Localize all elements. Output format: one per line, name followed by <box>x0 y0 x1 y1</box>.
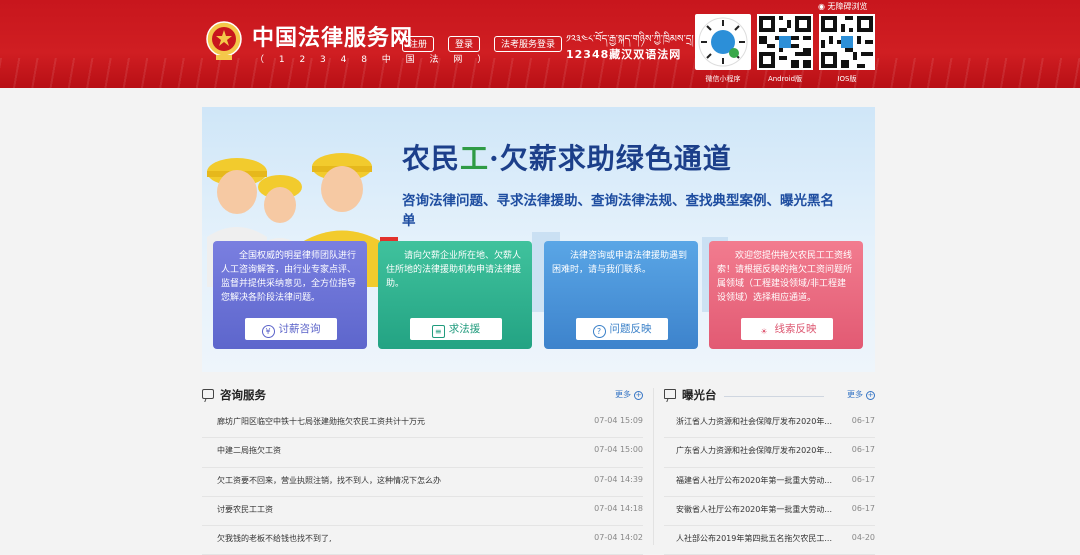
item-title[interactable]: 廊坊广阳区临空中铁十七局张建勋拖欠农民工资共计十万元 <box>217 416 425 427</box>
header-line <box>724 396 824 397</box>
button-label: 讨薪咨询 <box>278 323 321 335</box>
login-button[interactable]: 登录 <box>448 36 481 52</box>
wechat-miniprogram-qr[interactable] <box>695 14 751 70</box>
bilingual-site-name[interactable]: 12348藏汉双语法网 <box>566 46 681 62</box>
item-date: 06-17 <box>851 503 875 513</box>
qr-code-icon <box>821 16 873 68</box>
item-date: 04-20 <box>851 533 875 543</box>
list-item[interactable]: 人社部公布2019年第四批五名拖欠农民工... 04-20 <box>664 526 875 555</box>
item-title[interactable]: 欠我钱的老板不给钱也找不到了, <box>217 533 332 544</box>
banner-title-part1: 农民 <box>402 142 461 175</box>
national-emblem-icon <box>206 21 242 60</box>
banner-description: 咨询法律问题、寻求法律援助、查询法律法规、查找典型案例、曝光黑名单 <box>402 193 834 229</box>
card-text: 欢迎您提供拖欠农民工工资线索！请根据反映的拖欠工资问题所属领域（工程建设领域/非… <box>717 251 853 303</box>
register-button[interactable]: 注册 <box>402 36 435 52</box>
item-date: 06-17 <box>851 474 875 484</box>
item-date: 06-17 <box>851 416 875 425</box>
list-item[interactable]: 廊坊广阳区临空中铁十七局张建勋拖欠农民工资共计十万元 07-04 15:09 <box>202 409 643 439</box>
item-date: 07-04 15:00 <box>594 445 643 455</box>
section-title: 曝光台 <box>682 388 717 402</box>
ios-qr[interactable] <box>819 14 875 70</box>
card-text: 法律咨询或申请法律援助遇到困难时，请与我们联系。 <box>552 251 688 275</box>
qr-code-icon <box>759 16 811 68</box>
eye-icon: ◉ <box>818 2 825 11</box>
card-clue-report: 欢迎您提供拖欠农民工工资线索！请根据反映的拖欠工资问题所属领域（工程建设领域/非… <box>709 241 863 349</box>
monitor-icon <box>664 389 676 399</box>
button-label: 线索反映 <box>774 323 817 335</box>
qr-label-wechat: 微信小程序 <box>705 75 741 83</box>
more-label: 更多 <box>615 390 631 399</box>
more-label: 更多 <box>847 390 863 399</box>
exam-login-button[interactable]: 法考服务登录 <box>494 36 563 52</box>
card-legal-aid: 请向欠薪企业所在地、欠薪人住所地的法律援助机构申请法律援助。 ≡ 求法援 <box>378 241 532 349</box>
list-item[interactable]: 广东省人力资源和社会保障厅发布2020年... 06-17 <box>664 438 875 468</box>
list-item[interactable]: 欠我钱的老板不给钱也找不到了, 07-04 14:02 <box>202 526 643 555</box>
clue-report-button[interactable]: ☀ 线索反映 <box>741 318 833 340</box>
item-date: 07-04 14:39 <box>594 474 643 484</box>
plus-circle-icon: + <box>634 391 643 400</box>
exposure-more-link[interactable]: 更多 + <box>847 389 875 400</box>
button-label: 求法援 <box>448 323 481 335</box>
accessibility-label: 无障碍浏览 <box>827 2 868 11</box>
item-title[interactable]: 福建省人社厅公布2020年第一批重大劳动... <box>676 475 832 486</box>
qr-label-android: Android版 <box>767 75 803 83</box>
miniprogram-code-icon <box>698 17 748 67</box>
item-date: 07-04 14:02 <box>594 533 643 543</box>
plus-circle-icon: + <box>866 391 875 400</box>
item-date: 07-04 15:09 <box>594 416 643 425</box>
legal-aid-button[interactable]: ≡ 求法援 <box>410 318 502 340</box>
list-item[interactable]: 浙江省人力资源和社会保障厅发布2020年... 06-17 <box>664 409 875 439</box>
banner-title-part3: ·欠薪求助绿色通道 <box>489 142 732 175</box>
section-title: 咨询服务 <box>220 388 266 402</box>
column-divider <box>653 388 654 545</box>
exposure-list: 浙江省人力资源和社会保障厅发布2020年... 06-17 广东省人力资源和社会保… <box>664 409 875 555</box>
item-title[interactable]: 浙江省人力资源和社会保障厅发布2020年... <box>676 416 832 427</box>
consult-more-link[interactable]: 更多 + <box>615 389 643 400</box>
item-title[interactable]: 中建二局拖欠工资 <box>217 445 281 456</box>
banner-title: 农民工·欠薪求助绿色通道 <box>402 137 732 177</box>
list-item[interactable]: 欠工资要不回来，营业执照注销，找不到人，这种情况下怎么办 07-04 14:39 <box>202 468 643 497</box>
site-header: 中国法律服务网 （ 1 2 3 4 8 中 国 法 网 ） 注册 登录 法考服务… <box>0 0 1080 88</box>
site-title[interactable]: 中国法律服务网 <box>252 20 413 52</box>
banner-title-accent: 工 <box>460 142 490 175</box>
card-problem-report: 法律咨询或申请法律援助遇到困难时，请与我们联系。 ? 问题反映 <box>544 241 698 349</box>
chat-icon <box>202 389 214 399</box>
exposure-section-header: 曝光台 更多 + <box>664 387 875 405</box>
consult-list: 廊坊广阳区临空中铁十七局张建勋拖欠农民工资共计十万元 07-04 15:09 中建… <box>202 409 643 555</box>
question-icon: ? <box>592 325 606 338</box>
consult-section-header: 咨询服务 更多 + <box>202 387 643 405</box>
lightbulb-icon: ☀ <box>760 327 768 336</box>
migrant-worker-banner: 农民工·欠薪求助绿色通道 咨询法律问题、寻求法律援助、查询法律法规、查找典型案例… <box>202 107 875 372</box>
accessibility-link[interactable]: ◉ 无障碍浏览 <box>818 1 868 12</box>
card-wage-consult: 全国权威的明星律师团队进行人工咨询解答，由行业专家点评、监督并提供采纳意见，全方… <box>213 241 367 349</box>
android-qr[interactable] <box>757 14 813 70</box>
yuan-icon: ¥ <box>261 325 275 338</box>
qr-label-ios: IOS版 <box>837 75 857 83</box>
button-label: 问题反映 <box>609 323 652 335</box>
card-text: 全国权威的明星律师团队进行人工咨询解答，由行业专家点评、监督并提供采纳意见，全方… <box>221 251 357 303</box>
card-text: 请向欠薪企业所在地、欠薪人住所地的法律援助机构申请法律援助。 <box>386 251 522 289</box>
item-title[interactable]: 讨要农民工工资 <box>217 504 273 515</box>
document-icon: ≡ <box>431 325 445 338</box>
item-title[interactable]: 安徽省人社厅公布2020年第一批重大劳动... <box>676 504 832 515</box>
list-item[interactable]: 讨要农民工工资 07-04 14:18 <box>202 497 643 527</box>
item-title[interactable]: 广东省人力资源和社会保障厅发布2020年... <box>676 445 832 456</box>
item-title[interactable]: 欠工资要不回来，营业执照注销，找不到人，这种情况下怎么办 <box>217 475 441 486</box>
site-subtitle: （ 1 2 3 4 8 中 国 法 网 ） <box>255 55 493 65</box>
list-item[interactable]: 安徽省人社厅公布2020年第一批重大劳动... 06-17 <box>664 497 875 527</box>
item-date: 07-04 14:18 <box>594 503 643 513</box>
wage-consult-button[interactable]: ¥ 讨薪咨询 <box>245 318 337 340</box>
item-date: 06-17 <box>851 445 875 455</box>
item-title[interactable]: 人社部公布2019年第四批五名拖欠农民工... <box>676 533 832 544</box>
problem-report-button[interactable]: ? 问题反映 <box>576 318 668 340</box>
list-item[interactable]: 福建省人社厅公布2020年第一批重大劳动... 06-17 <box>664 468 875 497</box>
list-item[interactable]: 中建二局拖欠工资 07-04 15:00 <box>202 438 643 468</box>
header-decoration <box>0 58 1080 88</box>
